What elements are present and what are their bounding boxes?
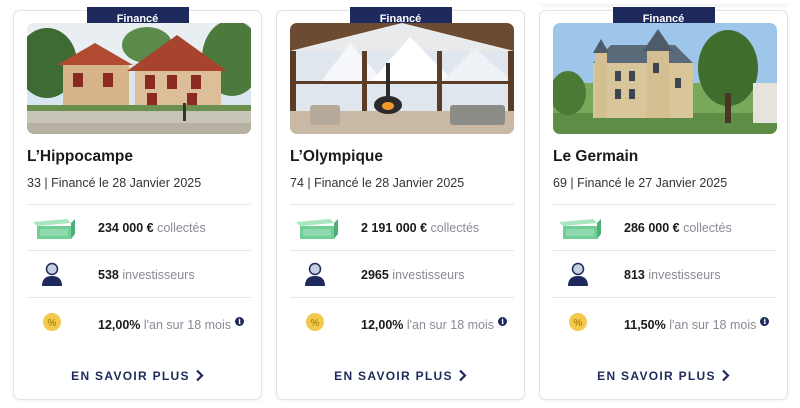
investors-label: investisseurs <box>392 268 465 282</box>
investors-label: investisseurs <box>122 268 195 282</box>
rate-label: l'an sur 18 mois <box>406 318 495 332</box>
amount-row: 2 191 000 € collectés <box>290 214 514 242</box>
project-card-2[interactable]: Financé L’Olympique 74 | Financé le 28 J… <box>276 7 525 400</box>
money-bills-icon <box>559 219 601 239</box>
info-icon[interactable]: i <box>235 317 245 326</box>
rate-value: 12,00% <box>361 318 404 332</box>
amount-value: 286 000 € <box>624 221 680 235</box>
project-photo-chalet[interactable] <box>290 23 514 134</box>
rate-row: % 12,00% l'an sur 18 mois i <box>290 310 514 338</box>
project-card-3[interactable]: Financé Le Germain 69 | Financé le 27 Ja… <box>539 7 788 400</box>
divider <box>553 250 777 251</box>
amount-value: 234 000 € <box>98 221 154 235</box>
investors-row: 538 investisseurs <box>27 261 251 289</box>
divider <box>553 204 777 205</box>
investors-row: 813 investisseurs <box>553 261 777 289</box>
percent-coin-icon: % <box>306 313 324 331</box>
divider <box>27 250 251 251</box>
learn-more-label: EN SAVOIR PLUS <box>334 369 453 383</box>
learn-more-link[interactable]: EN SAVOIR PLUS <box>14 369 261 383</box>
percent-coin-icon: % <box>569 313 587 331</box>
project-title: L’Hippocampe <box>27 148 133 165</box>
money-bills-icon <box>33 219 75 239</box>
rate-label: l'an sur 18 mois <box>143 318 232 332</box>
investors-value: 538 <box>98 268 119 282</box>
amount-label: collectés <box>430 221 480 235</box>
investor-person-icon <box>42 262 62 286</box>
investor-person-icon <box>305 262 325 286</box>
project-photo-villa[interactable] <box>27 23 251 134</box>
divider <box>553 297 777 298</box>
card-top-shadow <box>540 0 789 4</box>
divider <box>290 250 514 251</box>
project-subtitle: 69 | Financé le 27 Janvier 2025 <box>553 176 728 190</box>
learn-more-link[interactable]: EN SAVOIR PLUS <box>277 369 524 383</box>
learn-more-label: EN SAVOIR PLUS <box>71 369 190 383</box>
rate-label: l'an sur 18 mois <box>669 318 757 332</box>
project-title: Le Germain <box>553 148 639 165</box>
money-bills-icon <box>296 219 338 239</box>
chevron-right-icon <box>722 369 730 382</box>
rate-value: 11,50% <box>624 318 666 332</box>
project-photo-chateau[interactable] <box>553 23 777 134</box>
learn-more-link[interactable]: EN SAVOIR PLUS <box>540 369 787 383</box>
info-icon[interactable]: i <box>760 317 770 326</box>
amount-value: 2 191 000 € <box>361 221 428 235</box>
learn-more-label: EN SAVOIR PLUS <box>597 369 716 383</box>
rate-value: 12,00% <box>98 318 141 332</box>
project-subtitle: 74 | Financé le 28 Janvier 2025 <box>290 176 465 190</box>
info-icon[interactable]: i <box>498 317 508 326</box>
amount-label: collectés <box>157 221 206 235</box>
svg-text:%: % <box>48 318 57 329</box>
svg-text:%: % <box>574 318 583 329</box>
rate-row: % 12,00% l'an sur 18 mois i <box>27 310 251 338</box>
percent-coin-icon: % <box>43 313 61 331</box>
investors-label: investisseurs <box>648 268 721 282</box>
divider <box>290 204 514 205</box>
divider <box>27 204 251 205</box>
project-subtitle: 33 | Financé le 28 Janvier 2025 <box>27 176 202 190</box>
divider <box>290 297 514 298</box>
amount-label: collectés <box>683 221 732 235</box>
investors-row: 2965 investisseurs <box>290 261 514 289</box>
chevron-right-icon <box>459 369 467 382</box>
investors-value: 2965 <box>361 268 389 282</box>
amount-row: 286 000 € collectés <box>553 214 777 242</box>
chevron-right-icon <box>196 369 204 382</box>
project-card-1[interactable]: Financé L’Hippocampe 33 | Financé le 28 <box>13 7 262 400</box>
project-title: L’Olympique <box>290 148 384 165</box>
investors-value: 813 <box>624 268 645 282</box>
investor-person-icon <box>568 262 588 286</box>
divider <box>27 297 251 298</box>
amount-row: 234 000 € collectés <box>27 214 251 242</box>
rate-row: % 11,50% l'an sur 18 mois i <box>553 310 777 338</box>
svg-text:%: % <box>311 318 320 329</box>
